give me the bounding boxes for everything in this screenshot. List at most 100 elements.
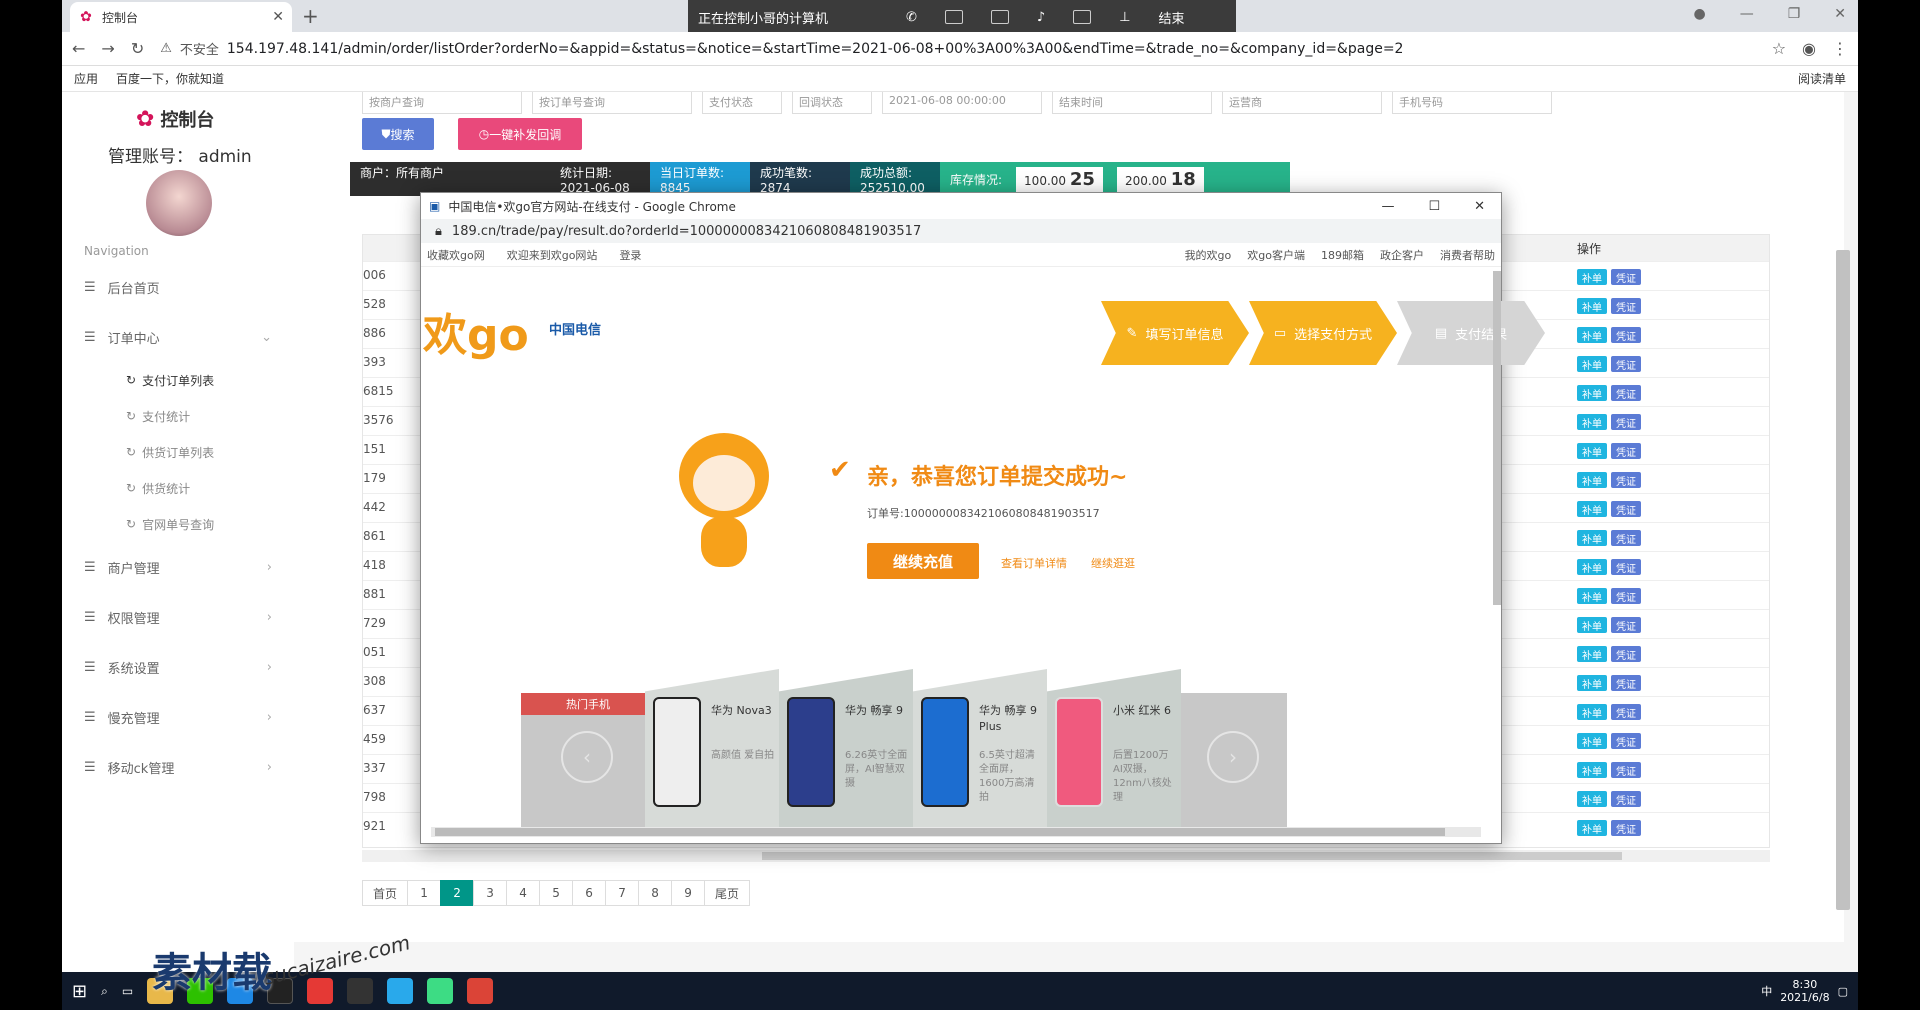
- fix-order-button[interactable]: 补单: [1577, 414, 1607, 430]
- popup-close-icon[interactable]: ✕: [1474, 199, 1485, 214]
- popup-horizontal-scrollbar[interactable]: [431, 827, 1481, 837]
- clock[interactable]: 8:30 2021/6/8: [1780, 978, 1829, 1004]
- proof-button[interactable]: 凭证: [1611, 820, 1641, 836]
- forward-icon[interactable]: →: [101, 39, 114, 58]
- filter-order-no[interactable]: 按订单号查询: [532, 92, 692, 114]
- end-button[interactable]: 结束: [1159, 8, 1185, 27]
- sidebar-sub-official-query[interactable]: ↻ 官网单号查询: [62, 506, 294, 542]
- fix-order-button[interactable]: 补单: [1577, 733, 1607, 749]
- client-link[interactable]: 欢go客户端: [1247, 247, 1305, 263]
- carousel-next-icon[interactable]: ›: [1207, 731, 1259, 783]
- proof-button[interactable]: 凭证: [1611, 675, 1641, 691]
- page-button[interactable]: 6: [572, 880, 607, 906]
- continue-shopping-link[interactable]: 继续逛逛: [1091, 555, 1135, 571]
- ime-indicator[interactable]: 中: [1761, 983, 1772, 999]
- fix-order-button[interactable]: 补单: [1577, 327, 1607, 343]
- page-button[interactable]: 3: [473, 880, 508, 906]
- fix-order-button[interactable]: 补单: [1577, 588, 1607, 604]
- sidebar-sub-supply-stats[interactable]: ↻ 供货统计: [62, 470, 294, 506]
- menu-icon[interactable]: ⋮: [1832, 39, 1848, 58]
- sidebar-item-mobile-ck[interactable]: ☰ 移动ck管理 ›: [62, 742, 294, 792]
- fix-order-button[interactable]: 补单: [1577, 675, 1607, 691]
- proof-button[interactable]: 凭证: [1611, 472, 1641, 488]
- fix-order-button[interactable]: 补单: [1577, 501, 1607, 517]
- horizontal-scrollbar[interactable]: [362, 850, 1770, 862]
- phone-card[interactable]: 小米 红米 6 后置1200万 AI双摄，12nm八核处理: [1047, 669, 1181, 829]
- filter-start-time[interactable]: 2021-06-08 00:00:00: [882, 92, 1042, 114]
- scroll-thumb[interactable]: [762, 852, 1622, 860]
- favorite-link[interactable]: 收藏欢go网: [427, 247, 485, 263]
- proof-button[interactable]: 凭证: [1611, 733, 1641, 749]
- my-huango-link[interactable]: 我的欢go: [1185, 247, 1232, 263]
- proof-button[interactable]: 凭证: [1611, 327, 1641, 343]
- notification-icon[interactable]: ▢: [1838, 985, 1848, 998]
- proof-button[interactable]: 凭证: [1611, 356, 1641, 372]
- phone-card[interactable]: 华为 Nova3 高颜值 爱自拍: [645, 669, 779, 829]
- star-icon[interactable]: ☆: [1772, 39, 1786, 58]
- phone-icon[interactable]: ✆: [906, 10, 917, 25]
- sidebar-item-home[interactable]: ☰ 后台首页: [62, 262, 294, 312]
- fix-order-button[interactable]: 补单: [1577, 791, 1607, 807]
- fix-order-button[interactable]: 补单: [1577, 617, 1607, 633]
- page-button[interactable]: 首页: [362, 880, 409, 906]
- record-icon[interactable]: [1073, 10, 1092, 24]
- page-button[interactable]: 8: [638, 880, 673, 906]
- proof-button[interactable]: 凭证: [1611, 617, 1641, 633]
- phone-card[interactable]: 华为 畅享 9 Plus 6.5英寸超清全面屏，1600万高清拍: [913, 669, 1047, 829]
- phone-card[interactable]: 华为 畅享 9 6.26英寸全面屏，AI智慧双摄: [779, 669, 913, 829]
- url-field[interactable]: ⚠ 不安全 154.197.48.141/admin/order/listOrd…: [160, 39, 1755, 59]
- sidebar-item-permission[interactable]: ☰ 权限管理 ›: [62, 592, 294, 642]
- resend-callback-button[interactable]: ◷ 一键补发回调: [458, 118, 582, 150]
- login-link[interactable]: 登录: [619, 247, 641, 263]
- proof-button[interactable]: 凭证: [1611, 762, 1641, 778]
- fix-order-button[interactable]: 补单: [1577, 298, 1607, 314]
- search-button[interactable]: ⛊ 搜索: [362, 118, 434, 150]
- fix-order-button[interactable]: 补单: [1577, 559, 1607, 575]
- page-button[interactable]: 7: [605, 880, 640, 906]
- proof-button[interactable]: 凭证: [1611, 646, 1641, 662]
- filter-callback-status[interactable]: 回调状态: [792, 92, 872, 114]
- filter-end-time[interactable]: 结束时间: [1052, 92, 1212, 114]
- fix-order-button[interactable]: 补单: [1577, 385, 1607, 401]
- browser-icon[interactable]: [307, 978, 334, 1004]
- popup-url-bar[interactable]: 🔒︎ 189.cn/trade/pay/result.do?orderId=10…: [421, 219, 1501, 243]
- fullscreen-icon[interactable]: [990, 10, 1009, 24]
- pin-icon[interactable]: ⊥: [1119, 10, 1130, 25]
- proof-button[interactable]: 凭证: [1611, 704, 1641, 720]
- account-icon[interactable]: ◉: [1802, 39, 1816, 58]
- apps-bookmark[interactable]: 应用: [74, 70, 98, 87]
- restore-icon[interactable]: ❐: [1788, 6, 1801, 22]
- reload-icon[interactable]: ↻: [131, 39, 144, 58]
- help-link[interactable]: 消费者帮助: [1440, 247, 1495, 263]
- fix-order-button[interactable]: 补单: [1577, 646, 1607, 662]
- fix-order-button[interactable]: 补单: [1577, 443, 1607, 459]
- mail-link[interactable]: 189邮箱: [1321, 247, 1364, 263]
- enterprise-link[interactable]: 政企客户: [1380, 247, 1424, 263]
- browser-tab[interactable]: ✿ 控制台 ✕: [70, 2, 292, 32]
- proof-button[interactable]: 凭证: [1611, 588, 1641, 604]
- page-button[interactable]: 尾页: [704, 880, 751, 906]
- page-button[interactable]: 9: [671, 880, 706, 906]
- sidebar-sub-pay-stats[interactable]: ↻ 支付统计: [62, 398, 294, 434]
- vertical-scrollbar[interactable]: [1836, 250, 1850, 910]
- filter-phone[interactable]: 手机号码: [1392, 92, 1552, 114]
- page-button[interactable]: 5: [539, 880, 574, 906]
- fix-order-button[interactable]: 补单: [1577, 269, 1607, 285]
- close-window-icon[interactable]: ✕: [1834, 6, 1846, 22]
- popup-maximize-icon[interactable]: ☐: [1428, 199, 1440, 214]
- filter-carrier[interactable]: 运营商: [1222, 92, 1382, 114]
- proof-button[interactable]: 凭证: [1611, 385, 1641, 401]
- fix-order-button[interactable]: 补单: [1577, 530, 1607, 546]
- search-icon[interactable]: ⌕: [101, 984, 108, 999]
- profile-circle-icon[interactable]: ●: [1693, 6, 1705, 22]
- play-icon[interactable]: [427, 978, 454, 1004]
- popup-vertical-scrollbar[interactable]: [1493, 271, 1501, 605]
- popup-minimize-icon[interactable]: —: [1381, 199, 1394, 214]
- sidebar-item-merchant[interactable]: ☰ 商户管理 ›: [62, 542, 294, 592]
- back-icon[interactable]: ←: [72, 39, 85, 58]
- fix-order-button[interactable]: 补单: [1577, 356, 1607, 372]
- baidu-bookmark[interactable]: 百度一下，你就知道: [116, 70, 224, 87]
- popup-scroll-thumb[interactable]: [435, 828, 1445, 836]
- page-button[interactable]: 1: [407, 880, 442, 906]
- windows-start-icon[interactable]: ⊞: [72, 981, 87, 1002]
